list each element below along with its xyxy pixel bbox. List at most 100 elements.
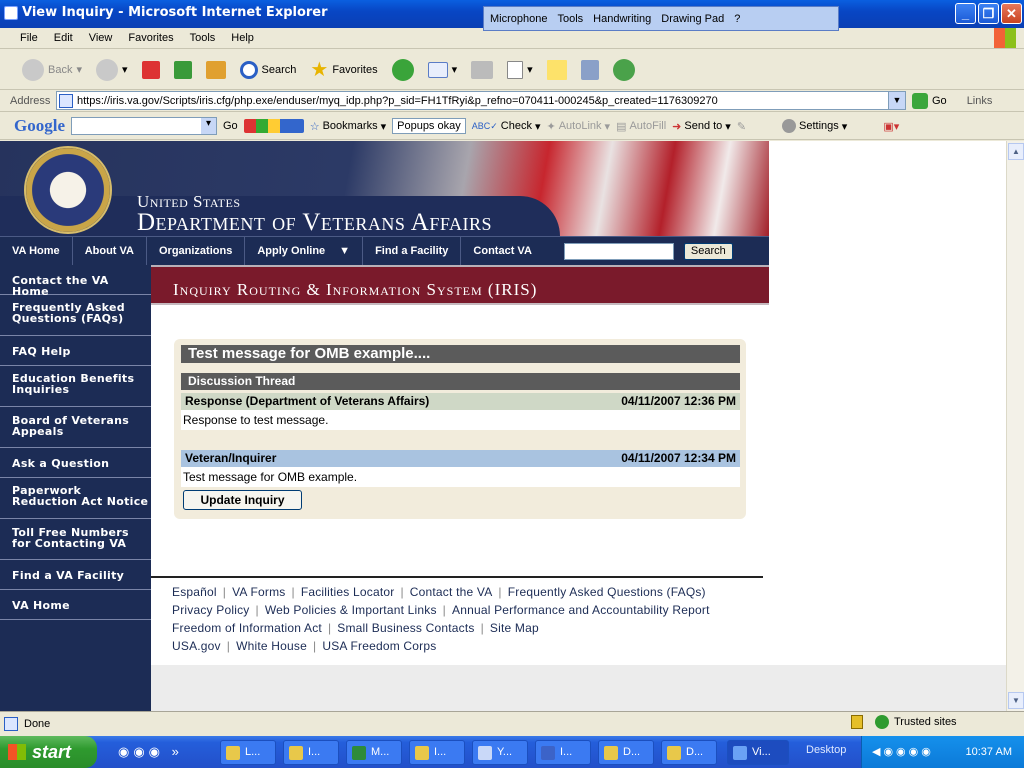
settings-icon — [782, 119, 797, 133]
footer-link[interactable]: USA Freedom Corps — [322, 639, 436, 653]
footer-link[interactable]: USA.gov — [172, 639, 221, 653]
footer-link[interactable]: Privacy Policy — [172, 603, 249, 617]
taskbar-button[interactable]: M... — [346, 740, 402, 765]
taskbar-button-active[interactable]: Vi... — [727, 740, 789, 765]
close-button[interactable]: ✕ — [1001, 3, 1022, 24]
autofill-button[interactable]: ▤ AutoFill — [616, 120, 666, 133]
leftnav-board-veterans-appeals[interactable]: Board of Veterans Appeals — [0, 407, 151, 448]
start-button[interactable]: start — [0, 736, 97, 768]
site-search-button[interactable]: Search — [683, 242, 733, 260]
home-button[interactable] — [202, 59, 230, 81]
edit-button[interactable]: ▾ — [503, 59, 537, 81]
messenger-button[interactable] — [609, 57, 639, 83]
sendto-button[interactable]: ➜ Send to ▾ — [672, 120, 731, 133]
leftnav-va-home[interactable]: VA Home — [0, 590, 151, 620]
back-button[interactable]: Back ▾ — [18, 57, 86, 83]
nav-contact-va[interactable]: Contact VA — [461, 237, 543, 266]
footer-link[interactable]: Freedom of Information Act — [172, 621, 322, 635]
menu-favorites[interactable]: Favorites — [120, 32, 181, 44]
leftnav-faqs[interactable]: Frequently Asked Questions (FAQs) — [0, 295, 151, 336]
va-seal-logo[interactable] — [24, 146, 112, 234]
google-go-button[interactable]: Go — [223, 120, 238, 132]
desktop-toolbar[interactable]: Desktop — [806, 744, 846, 756]
leftnav-toll-free-numbers[interactable]: Toll Free Numbers for Contacting VA — [0, 519, 151, 560]
leftnav-ask-question[interactable]: Ask a Question — [0, 448, 151, 478]
footer-link[interactable]: Small Business Contacts — [337, 621, 474, 635]
leftnav-education-benefits[interactable]: Education Benefits Inquiries — [0, 366, 151, 407]
app-icon — [289, 746, 303, 760]
leftnav-find-va-facility[interactable]: Find a VA Facility — [0, 560, 151, 590]
extra-toolbar-icon[interactable]: ▣▾ — [883, 120, 899, 133]
lock-icon[interactable] — [851, 715, 863, 729]
taskbar-button[interactable]: D... — [661, 740, 717, 765]
site-search-input[interactable] — [563, 242, 674, 260]
autolink-button[interactable]: ✦ AutoLink ▾ — [547, 120, 611, 133]
footer-link[interactable]: Facilities Locator — [301, 585, 395, 599]
google-search-input[interactable] — [71, 117, 217, 135]
go-button[interactable]: Go — [912, 92, 947, 109]
mail-button[interactable]: ▾ — [424, 60, 462, 80]
security-zone[interactable]: Trusted sites — [875, 715, 957, 729]
links-toolbar[interactable]: Links — [967, 95, 993, 107]
leftnav-contact-va-home[interactable]: Contact the VA Home — [0, 265, 151, 297]
pencil-icon[interactable]: ✎ — [737, 120, 746, 133]
settings-button[interactable]: Settings ▾ — [782, 119, 847, 133]
footer-link[interactable]: White House — [236, 639, 307, 653]
tray-icons[interactable]: ◀◉◉◉◉ — [862, 736, 934, 768]
forward-arrow-icon — [96, 58, 118, 81]
forward-button[interactable]: ▾ — [92, 57, 132, 83]
spellcheck-button[interactable]: ABC✓ Check ▾ — [472, 120, 541, 133]
langbar-microphone[interactable]: Microphone — [490, 13, 547, 25]
search-button[interactable]: Search — [236, 59, 301, 81]
footer-link[interactable]: Español — [172, 585, 217, 599]
menu-file[interactable]: File — [12, 32, 46, 44]
taskbar-button[interactable]: I... — [409, 740, 465, 765]
nav-apply-online[interactable]: Apply Online ▼ — [245, 236, 364, 266]
refresh-button[interactable] — [170, 59, 196, 81]
address-dropdown-icon[interactable]: ▼ — [888, 92, 905, 109]
leftnav-faq-help[interactable]: FAQ Help — [0, 336, 151, 366]
stop-button[interactable] — [138, 59, 164, 81]
popups-button[interactable]: Popups okay — [392, 118, 466, 134]
menu-help[interactable]: Help — [223, 32, 262, 44]
check-circle-icon — [875, 715, 889, 729]
taskbar-button[interactable]: L... — [220, 740, 276, 765]
footer-link[interactable]: Site Map — [490, 621, 539, 635]
footer-link[interactable]: VA Forms — [232, 585, 285, 599]
minimize-button[interactable]: _ — [955, 3, 976, 24]
note-button[interactable] — [543, 58, 571, 82]
menu-tools[interactable]: Tools — [182, 32, 224, 44]
langbar-drawing-pad[interactable]: Drawing Pad — [661, 13, 724, 25]
taskbar-button[interactable]: I... — [535, 740, 591, 765]
address-input[interactable]: https://iris.va.gov/Scripts/iris.cfg/php… — [56, 91, 906, 110]
history-button[interactable] — [388, 57, 418, 83]
taskbar-button[interactable]: Y... — [472, 740, 528, 765]
footer-links-row: USA.gov | White House | USA Freedom Corps — [172, 639, 437, 653]
print-button[interactable] — [467, 59, 497, 81]
mail-icon — [667, 746, 681, 760]
nav-va-home[interactable]: VA Home — [0, 236, 73, 266]
footer-link[interactable]: Annual Performance and Accountability Re… — [452, 603, 710, 617]
restore-button[interactable]: ❐ — [978, 3, 999, 24]
langbar-help[interactable]: ? — [734, 13, 740, 25]
vertical-scrollbar[interactable]: ▲ ▼ — [1006, 141, 1024, 711]
nav-organizations[interactable]: Organizations — [147, 236, 246, 266]
research-button[interactable] — [577, 58, 603, 82]
leftnav-paperwork-notice[interactable]: Paperwork Reduction Act Notice — [0, 478, 151, 519]
taskbar-button[interactable]: I... — [283, 740, 339, 765]
langbar-tools[interactable]: Tools — [557, 13, 583, 25]
taskbar-button[interactable]: D... — [598, 740, 654, 765]
footer-link[interactable]: Contact the VA — [410, 585, 493, 599]
favorites-button[interactable]: ★ Favorites — [306, 55, 381, 84]
nav-find-facility[interactable]: Find a Facility — [363, 236, 462, 266]
update-inquiry-button[interactable]: Update Inquiry — [183, 490, 302, 510]
scroll-down-icon[interactable]: ▼ — [1008, 692, 1024, 709]
menu-view[interactable]: View — [81, 32, 121, 44]
footer-link[interactable]: Web Policies & Important Links — [265, 603, 437, 617]
scroll-up-icon[interactable]: ▲ — [1008, 143, 1024, 160]
menu-edit[interactable]: Edit — [46, 32, 81, 44]
bookmarks-button[interactable]: ☆ Bookmarks ▾ — [310, 120, 386, 133]
langbar-handwriting[interactable]: Handwriting — [593, 13, 651, 25]
footer-link[interactable]: Frequently Asked Questions (FAQs) — [508, 585, 706, 599]
nav-about-va[interactable]: About VA — [73, 236, 147, 266]
